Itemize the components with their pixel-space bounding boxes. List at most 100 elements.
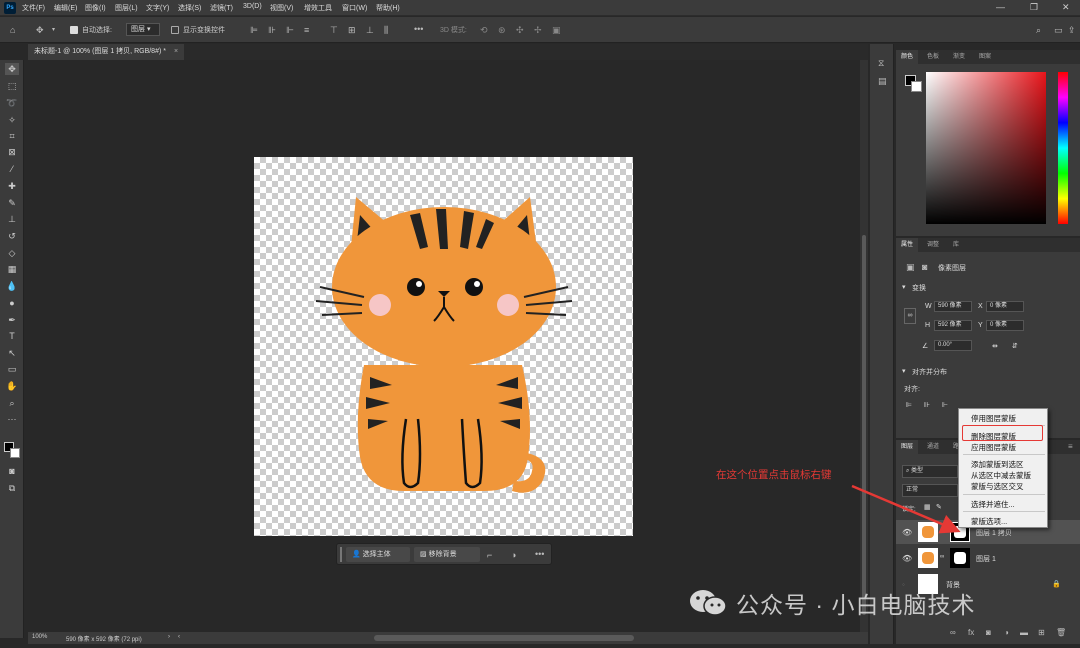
height-field[interactable]: 592 像素 [934,320,972,331]
prop-align-center-icon[interactable]: ⊪ [924,401,930,409]
align-top-icon[interactable]: ⊤ [330,25,338,35]
chevron-down-icon[interactable]: ▾ [52,25,55,35]
screen-mode-icon[interactable]: ⧉ [5,482,19,494]
lock-image-icon[interactable]: ✎ [936,503,942,511]
home-icon[interactable]: ⌂ [10,25,15,35]
tab-properties[interactable]: 属性 [896,238,919,252]
layer-row-2[interactable]: 👁 ∞ 图层 1 [896,546,1080,570]
lasso-tool-icon[interactable]: ➰ [5,97,19,109]
align-left-icon[interactable]: ⊫ [250,25,258,35]
task-bar-grip-icon[interactable] [340,547,342,562]
mask-icon[interactable]: ◙ [922,262,927,272]
gradient-tool-icon[interactable]: ▦ [5,263,19,275]
show-transform-checkbox[interactable] [171,26,179,34]
quick-mask-icon[interactable]: ◙ [5,465,19,477]
menu-layer[interactable]: 图层(L) [115,3,138,13]
transform-icon[interactable]: ⌐ [487,550,492,560]
scroll-left-icon[interactable]: ‹ [178,634,180,640]
search-icon[interactable]: ⌕ [1036,25,1041,35]
angle-field[interactable]: 0.00° [934,340,972,351]
share-icon[interactable]: ⇪ [1068,25,1076,35]
align-right-icon[interactable]: ⊩ [286,25,294,35]
menu-file[interactable]: 文件(F) [22,3,45,13]
select-subject-button[interactable]: 👤 选择主体 [346,547,410,562]
workspace-icon[interactable]: ▭ [1054,25,1063,35]
tab-adjustments[interactable]: 调整 [922,238,944,252]
layer-name[interactable]: 图层 1 [976,554,996,564]
flip-horizontal-icon[interactable]: ⇹ [992,342,998,350]
new-layer-icon[interactable]: ⊞ [1038,628,1045,637]
restore-icon[interactable]: ❐ [1030,2,1038,13]
vertical-scroll-thumb[interactable] [862,235,866,615]
align-vcenter-icon[interactable]: ⊞ [348,25,356,35]
shape-tool-icon[interactable]: ▭ [5,363,19,375]
move-tool-icon[interactable]: ✥ [36,25,44,35]
menu-3d[interactable]: 3D(D) [243,3,262,10]
menu-mask-options[interactable]: 蒙版选项... [971,516,1007,527]
camera-3d-icon[interactable]: ▣ [552,25,561,35]
blur-tool-icon[interactable]: 💧 [5,280,19,292]
align-hcenter-icon[interactable]: ⊪ [268,25,276,35]
y-field[interactable]: 0 像素 [986,320,1024,331]
align-chevron-icon[interactable]: ▾ [902,367,906,375]
blend-mode-dropdown[interactable]: 正常 [902,484,958,497]
menu-view[interactable]: 视图(V) [270,3,293,13]
menu-help[interactable]: 帮助(H) [376,3,400,13]
document-canvas[interactable] [254,157,633,536]
tab-patterns[interactable]: 图案 [974,50,996,64]
type-tool-icon[interactable]: T [5,330,19,342]
roll-3d-icon[interactable]: ⊛ [498,25,506,35]
tab-color[interactable]: 颜色 [896,50,919,64]
link-layers-icon[interactable]: ∞ [950,628,956,637]
fx-icon[interactable]: fx [968,628,974,637]
crop-tool-icon[interactable]: ⌗ [5,130,19,142]
path-select-icon[interactable]: ↖ [5,347,19,359]
healing-brush-icon[interactable]: ✚ [5,180,19,192]
brush-tool-icon[interactable]: ✎ [5,197,19,209]
flip-vertical-icon[interactable]: ⇵ [1012,342,1018,350]
transform-chevron-icon[interactable]: ▾ [902,283,906,291]
status-arrow-icon[interactable]: › [168,634,170,640]
comments-panel-icon[interactable]: ▤ [878,76,887,86]
x-field[interactable]: 0 像素 [986,301,1024,312]
width-field[interactable]: 590 像素 [934,301,972,312]
panel-background-swatch[interactable] [911,81,922,92]
slide-3d-icon[interactable]: ✢ [534,25,542,35]
color-picker-field[interactable] [926,72,1046,224]
move-tool-icon[interactable]: ✥ [5,63,19,75]
more-options-icon[interactable]: ••• [414,24,423,34]
tab-close-icon[interactable]: × [174,48,178,55]
more-tools-icon[interactable]: ··· [5,413,19,425]
zoom-tool-icon[interactable]: ⌕ [5,397,19,409]
tab-layers[interactable]: 图层 [896,440,919,454]
hue-slider[interactable] [1058,72,1068,224]
prop-align-right-icon[interactable]: ⊩ [942,401,948,409]
menu-filter[interactable]: 滤镜(T) [210,3,233,13]
visibility-eye-icon[interactable]: 👁 [902,528,912,537]
history-brush-icon[interactable]: ↺ [5,230,19,242]
layer-filter-dropdown[interactable]: ⌕ 类型 [902,465,958,478]
document-tab[interactable]: 未标题-1 @ 100% (图层 1 拷贝, RGB/8#) * × [28,44,185,60]
dodge-tool-icon[interactable]: ● [5,297,19,309]
orbit-3d-icon[interactable]: ⟲ [480,25,488,35]
hand-tool-icon[interactable]: ✋ [5,380,19,392]
layer-name[interactable]: 图层 1 拷贝 [976,528,1012,538]
remove-background-button[interactable]: ▨ 移除背景 [414,547,480,562]
magic-wand-tool-icon[interactable]: ✧ [5,114,19,126]
menu-intersect-mask[interactable]: 蒙版与选区交叉 [971,481,1024,492]
close-icon[interactable]: ✕ [1062,2,1070,13]
distribute-icon[interactable]: ≡ [304,25,309,35]
menu-subtract-mask[interactable]: 从选区中减去蒙版 [971,470,1031,481]
auto-select-checkbox[interactable] [70,26,78,34]
mask-link-icon[interactable]: ∞ [940,554,944,560]
group-icon[interactable]: ▬ [1020,628,1028,637]
pen-tool-icon[interactable]: ✒ [5,314,19,326]
layer-mask-thumbnail[interactable] [950,548,970,568]
background-color-swatch[interactable] [10,448,20,458]
menu-select[interactable]: 选择(S) [178,3,201,13]
adjustment-icon[interactable]: ◑ [511,550,516,560]
menu-apply-mask[interactable]: 应用图层蒙版 [971,442,1016,453]
add-mask-icon[interactable]: ◙ [986,628,991,637]
tab-channels[interactable]: 通道 [922,440,944,454]
menu-image[interactable]: 图像(I) [85,3,106,13]
